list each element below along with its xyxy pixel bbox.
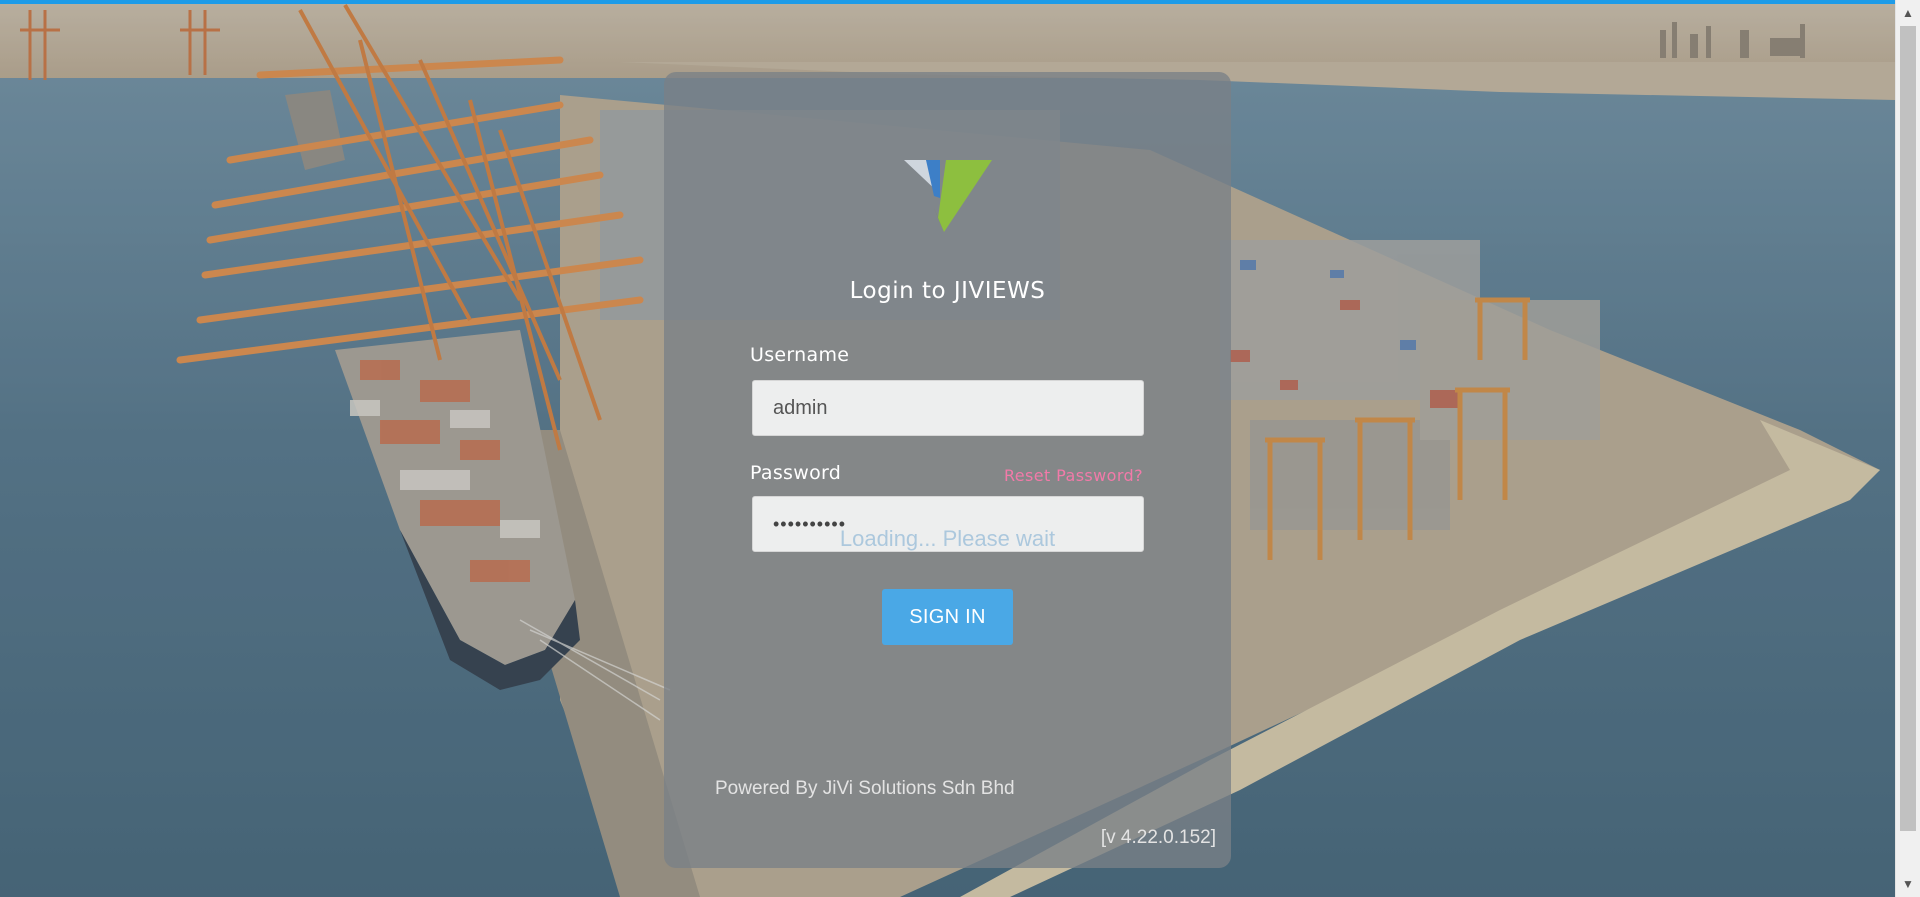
- powered-by-text: Powered By JiVi Solutions Sdn Bhd: [715, 778, 1015, 799]
- scroll-up-arrow-icon[interactable]: ▲: [1896, 2, 1920, 24]
- jiviews-logo-icon: [904, 160, 992, 232]
- username-label: Username: [750, 344, 850, 366]
- top-accent-bar: [0, 0, 1895, 4]
- page-scrollbar[interactable]: ▲ ▼: [1895, 0, 1920, 897]
- sign-in-button[interactable]: SIGN IN: [882, 589, 1013, 645]
- scroll-thumb[interactable]: [1900, 26, 1916, 831]
- login-card: Login to JIVIEWS Username admin Password…: [664, 72, 1231, 868]
- reset-password-link[interactable]: Reset Password?: [1004, 466, 1143, 485]
- password-label: Password: [750, 462, 842, 484]
- version-text: [v 4.22.0.152]: [1100, 827, 1216, 848]
- username-input[interactable]: admin: [752, 380, 1144, 436]
- scroll-down-arrow-icon[interactable]: ▼: [1896, 873, 1920, 895]
- login-title: Login to JIVIEWS: [849, 278, 1046, 304]
- loading-message: Loading... Please wait: [839, 526, 1056, 551]
